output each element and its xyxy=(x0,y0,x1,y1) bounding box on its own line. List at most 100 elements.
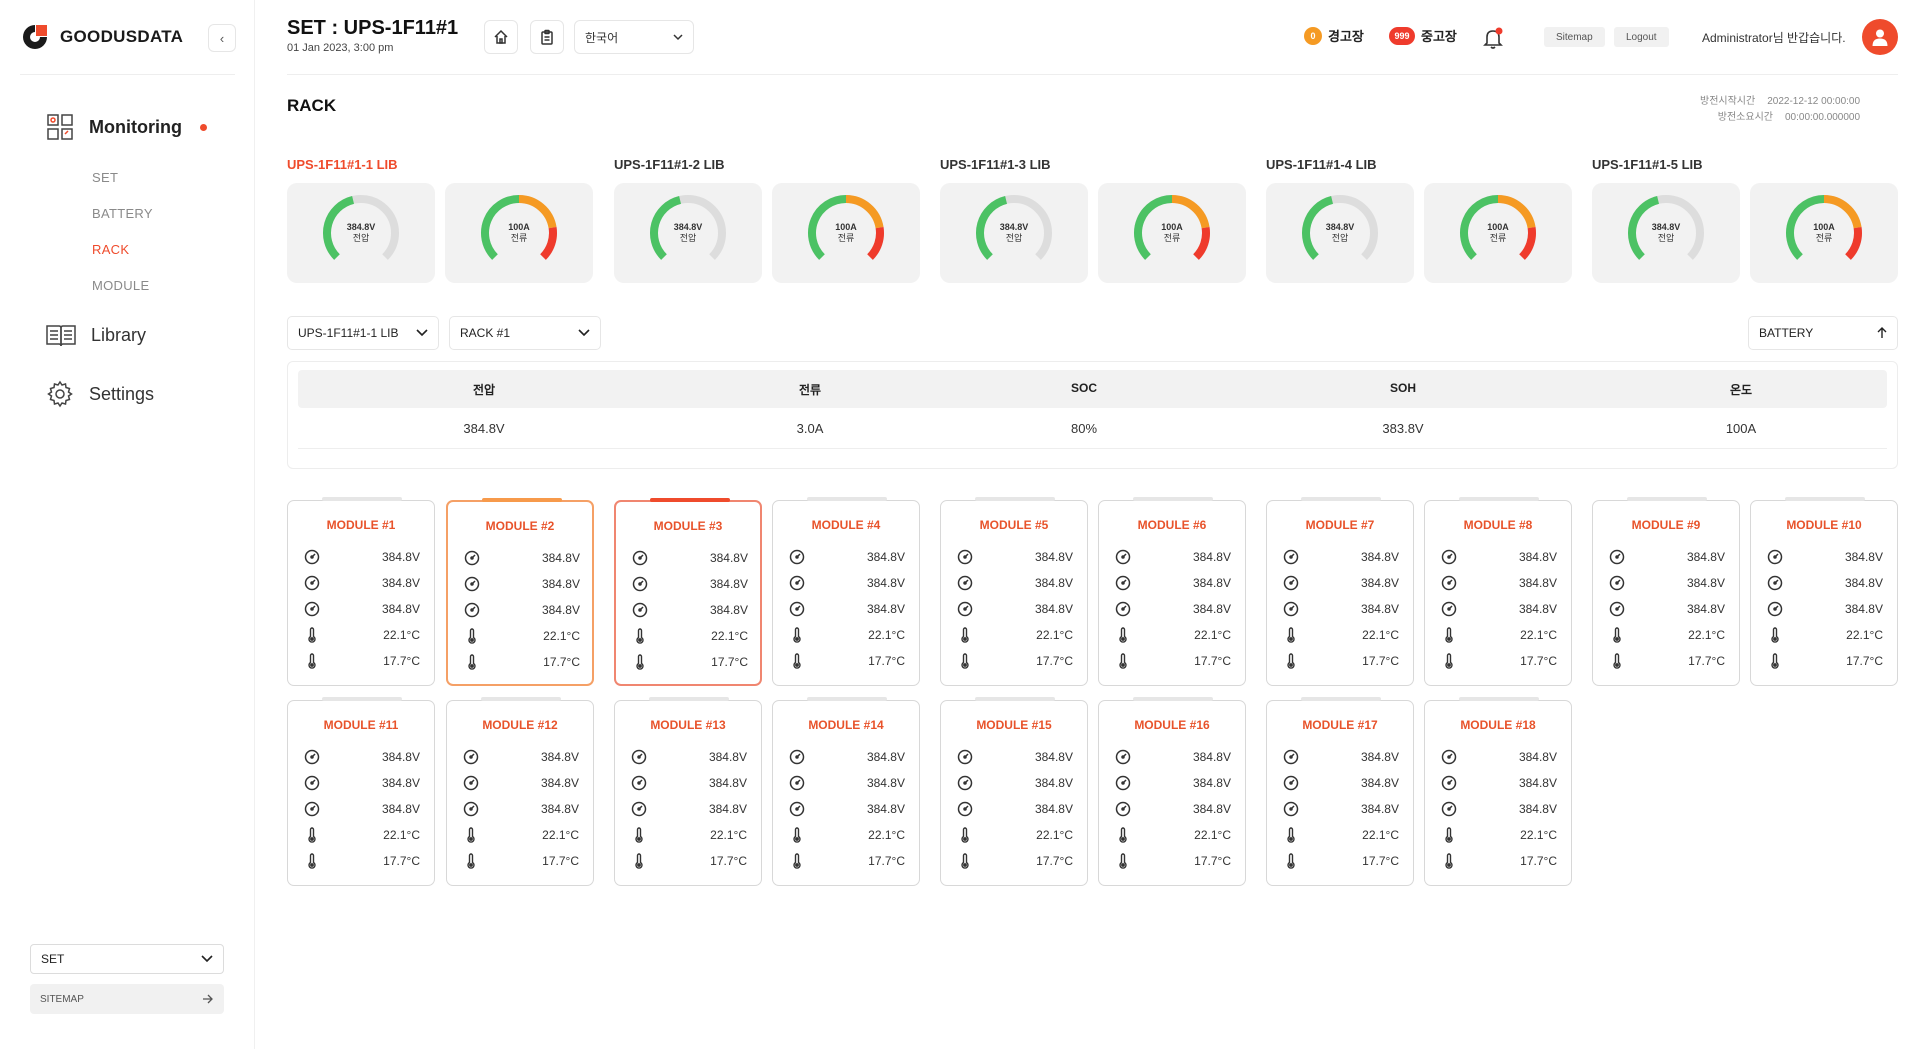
module-reading-value: 22.1°C xyxy=(868,628,905,642)
module-reading-row: 384.8V xyxy=(1441,773,1557,793)
voltage-gauge-card: 384.8V 전압 xyxy=(940,183,1088,283)
module-reading-value: 22.1°C xyxy=(1520,828,1557,842)
sub-item-set[interactable]: SET xyxy=(92,170,118,185)
module-card[interactable]: MODULE #9 384.8V 384.8V 384.8V 22.1°C 17… xyxy=(1592,497,1740,686)
lib-label[interactable]: UPS-1F11#1-4 LIB xyxy=(1266,157,1377,172)
thermometer-icon xyxy=(1287,853,1295,869)
sub-item-module[interactable]: MODULE xyxy=(92,278,149,293)
module-status-bar xyxy=(807,497,887,501)
module-reading-row: 17.7°C xyxy=(1441,851,1557,871)
notification-bell-button[interactable] xyxy=(1480,25,1506,51)
lib-label[interactable]: UPS-1F11#1-3 LIB xyxy=(940,157,1051,172)
gauge-icon xyxy=(1767,601,1783,617)
module-reading-value: 22.1°C xyxy=(1036,828,1073,842)
battery-sort-button[interactable]: BATTERY xyxy=(1748,316,1898,350)
module-reading-value: 384.8V xyxy=(1192,550,1231,564)
module-card[interactable]: MODULE #10 384.8V 384.8V 384.8V 22.1°C 1… xyxy=(1750,497,1898,686)
module-reading-value: 17.7°C xyxy=(1520,854,1557,868)
chevron-down-icon xyxy=(673,33,683,40)
module-card[interactable]: MODULE #4 384.8V 384.8V 384.8V 22.1°C 17… xyxy=(772,497,920,686)
thermometer-icon xyxy=(1771,653,1779,669)
module-card[interactable]: MODULE #8 384.8V 384.8V 384.8V 22.1°C 17… xyxy=(1424,497,1572,686)
thermometer-icon xyxy=(635,853,643,869)
fault-label: 중고장 xyxy=(1421,29,1457,44)
current-gauge: 100A 전류 xyxy=(1132,193,1212,273)
module-reading-row: 17.7°C xyxy=(1115,851,1231,871)
lib-label[interactable]: UPS-1F11#1-5 LIB xyxy=(1592,157,1703,172)
module-title: MODULE #6 xyxy=(1137,518,1207,532)
module-card[interactable]: MODULE #14 384.8V 384.8V 384.8V 22.1°C 1… xyxy=(772,697,920,886)
module-reading-value: 384.8V xyxy=(1518,602,1557,616)
nav-settings[interactable]: Settings xyxy=(45,379,154,409)
summary-value-cell: 80% xyxy=(1070,421,1098,436)
gauge-icon xyxy=(1283,601,1299,617)
language-select[interactable]: 한국어 xyxy=(574,20,694,54)
sitemap-button[interactable]: Sitemap xyxy=(1544,27,1605,47)
current-gauge-card: 100A 전류 xyxy=(772,183,920,283)
module-reading-value: 22.1°C xyxy=(1194,628,1231,642)
module-reading-value: 384.8V xyxy=(1686,576,1725,590)
nav-monitoring[interactable]: Monitoring xyxy=(45,112,207,142)
gauge-icon xyxy=(1115,749,1131,765)
thermometer-icon xyxy=(308,853,316,869)
module-card[interactable]: MODULE #1 384.8V 384.8V 384.8V 22.1°C 17… xyxy=(287,497,435,686)
home-button[interactable] xyxy=(484,20,518,54)
thermometer-icon xyxy=(467,827,475,843)
voltage-gauge-label: 전압 xyxy=(352,233,370,243)
module-card[interactable]: MODULE #13 384.8V 384.8V 384.8V 22.1°C 1… xyxy=(614,697,762,886)
logout-button[interactable]: Logout xyxy=(1614,27,1669,47)
module-card[interactable]: MODULE #6 384.8V 384.8V 384.8V 22.1°C 17… xyxy=(1098,497,1246,686)
monitoring-icon xyxy=(47,114,73,140)
module-card[interactable]: MODULE #5 384.8V 384.8V 384.8V 22.1°C 17… xyxy=(940,497,1088,686)
clipboard-button[interactable] xyxy=(530,20,564,54)
set-select[interactable]: SET xyxy=(30,944,224,974)
module-card[interactable]: MODULE #17 384.8V 384.8V 384.8V 22.1°C 1… xyxy=(1266,697,1414,886)
module-reading-value: 17.7°C xyxy=(543,655,580,669)
sub-item-rack[interactable]: RACK xyxy=(92,242,129,257)
module-reading-value: 384.8V xyxy=(708,750,747,764)
sub-item-battery[interactable]: BATTERY xyxy=(92,206,153,221)
module-card[interactable]: MODULE #3 384.8V 384.8V 384.8V 22.1°C 17… xyxy=(614,498,762,686)
lib-label[interactable]: UPS-1F11#1-2 LIB xyxy=(614,157,725,172)
module-reading-row: 384.8V xyxy=(789,547,905,567)
module-reading-value: 17.7°C xyxy=(1194,854,1231,868)
gauge-icon xyxy=(1115,775,1131,791)
current-gauge-value: 100A xyxy=(508,222,530,232)
avatar[interactable] xyxy=(1862,19,1898,55)
sidebar-collapse-button[interactable]: ‹ xyxy=(208,24,236,52)
warning-alarm[interactable]: 0 경고장 xyxy=(1304,26,1364,45)
nav-library-label: Library xyxy=(91,324,147,345)
module-card[interactable]: MODULE #18 384.8V 384.8V 384.8V 22.1°C 1… xyxy=(1424,697,1572,886)
module-reading-row: 17.7°C xyxy=(1283,651,1399,671)
module-status-bar xyxy=(1627,497,1707,501)
module-reading-value: 384.8V xyxy=(708,802,747,816)
module-reading-value: 17.7°C xyxy=(710,854,747,868)
discharge-start-value: 2022-12-12 00:00:00 xyxy=(1767,96,1861,107)
lib-label[interactable]: UPS-1F11#1-1 LIB xyxy=(287,157,398,172)
module-reading-value: 384.8V xyxy=(541,551,580,565)
rack-select[interactable]: RACK #1 xyxy=(449,316,601,350)
module-card[interactable]: MODULE #12 384.8V 384.8V 384.8V 22.1°C 1… xyxy=(446,697,594,886)
module-reading-value: 17.7°C xyxy=(1362,854,1399,868)
thermometer-icon xyxy=(1771,627,1779,643)
logo[interactable]: GOODUSDATA xyxy=(20,22,183,52)
module-card[interactable]: MODULE #16 384.8V 384.8V 384.8V 22.1°C 1… xyxy=(1098,697,1246,886)
module-card[interactable]: MODULE #2 384.8V 384.8V 384.8V 22.1°C 17… xyxy=(446,498,594,686)
nav-library[interactable]: Library xyxy=(45,322,146,348)
module-reading-row: 384.8V xyxy=(789,599,905,619)
module-card[interactable]: MODULE #7 384.8V 384.8V 384.8V 22.1°C 17… xyxy=(1266,497,1414,686)
module-card[interactable]: MODULE #11 384.8V 384.8V 384.8V 22.1°C 1… xyxy=(287,697,435,886)
module-reading-row: 384.8V xyxy=(1767,547,1883,567)
module-reading-value: 22.1°C xyxy=(1362,828,1399,842)
module-card[interactable]: MODULE #15 384.8V 384.8V 384.8V 22.1°C 1… xyxy=(940,697,1088,886)
user-icon xyxy=(1872,29,1888,46)
lib-select[interactable]: UPS-1F11#1-1 LIB xyxy=(287,316,439,350)
sidebar-sitemap-button[interactable]: SITEMAP xyxy=(30,984,224,1014)
gauge-icon xyxy=(957,601,973,617)
gauge-icon xyxy=(1441,775,1457,791)
module-reading-row: 384.8V xyxy=(1441,573,1557,593)
fault-alarm[interactable]: 999 중고장 xyxy=(1389,26,1457,45)
summary-value-cell: 100A xyxy=(1725,421,1757,436)
module-reading-row: 384.8V xyxy=(1115,799,1231,819)
module-reading-value: 384.8V xyxy=(1360,802,1399,816)
